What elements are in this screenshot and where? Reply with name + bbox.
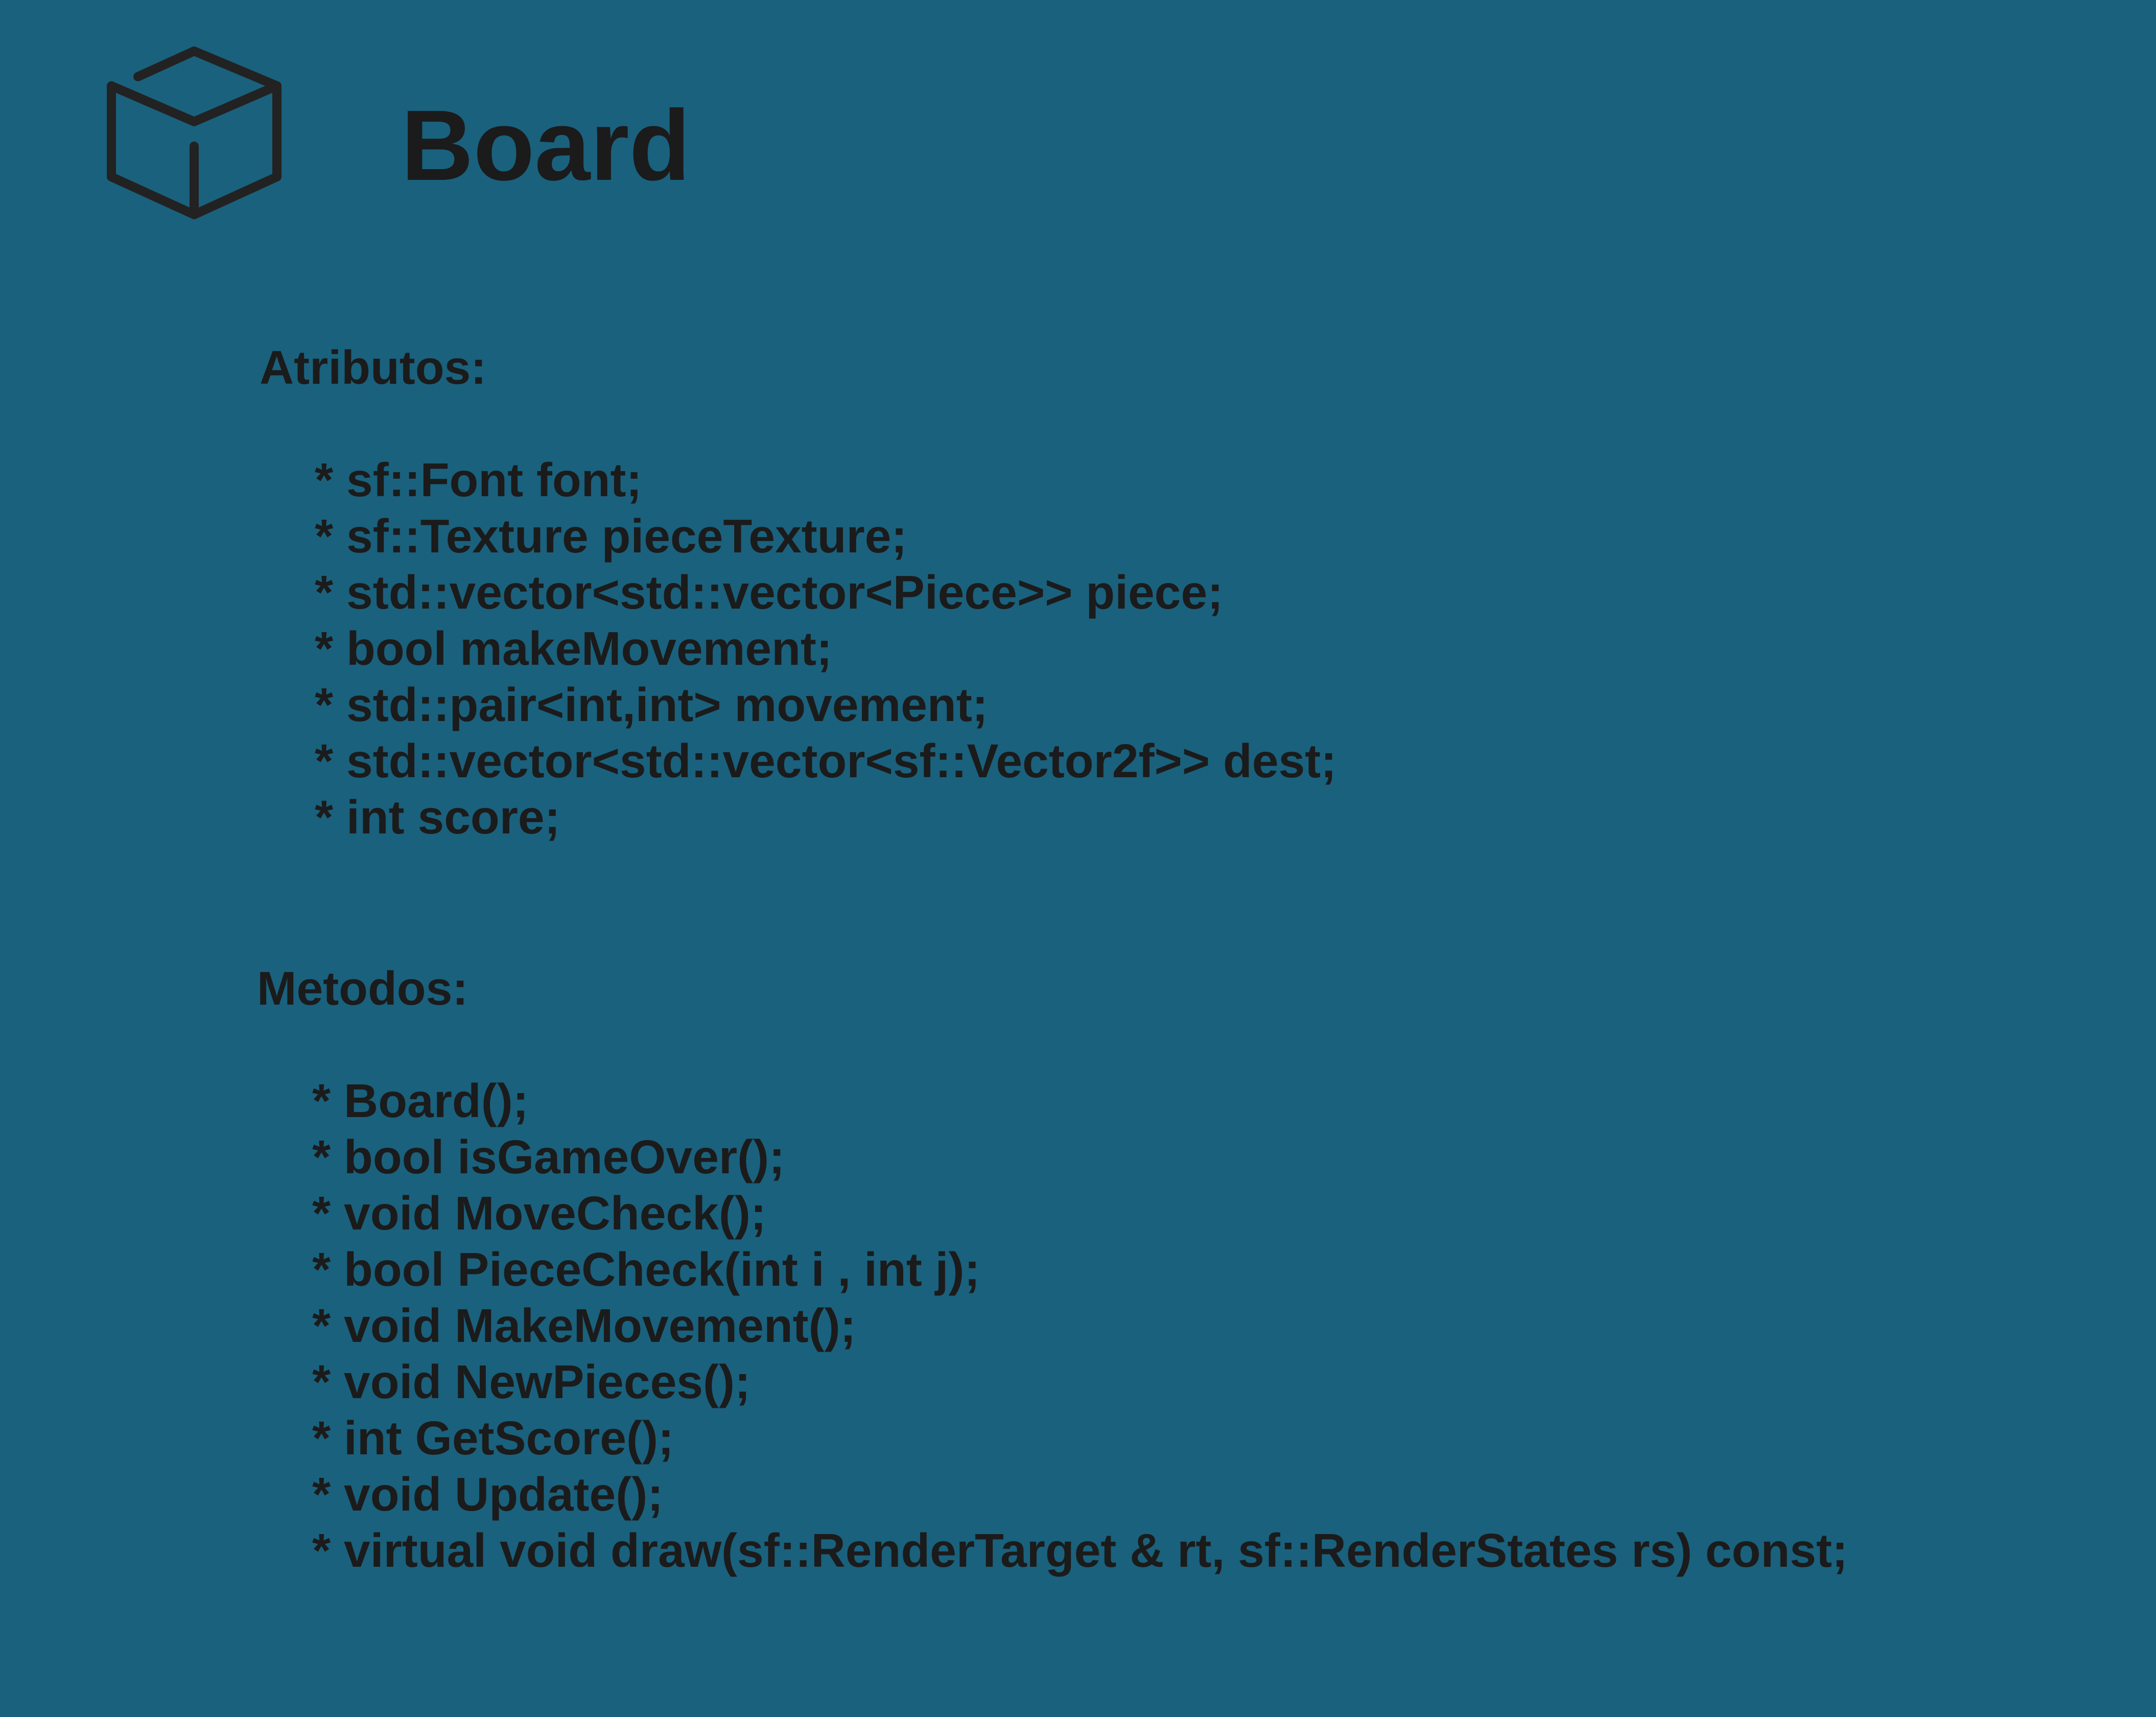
attribute-item: * std::vector<std::vector<sf::Vector2f>>… [315, 734, 1337, 787]
class-diagram-card: Board Atributos: * sf::Font font; * sf::… [0, 0, 2156, 1717]
method-item: * void NewPieces(); [312, 1355, 751, 1408]
attribute-item: * sf::Texture pieceTexture; [315, 509, 907, 563]
attribute-item: * bool makeMovement; [315, 622, 832, 675]
method-item: * int GetScore(); [312, 1411, 674, 1465]
method-item: * void MakeMovement(); [312, 1299, 856, 1352]
method-item: * Board(); [312, 1074, 529, 1127]
attribute-item: * sf::Font font; [315, 453, 642, 506]
cube-icon [105, 46, 282, 221]
method-item: * virtual void draw(sf::RenderTarget & r… [312, 1524, 1848, 1577]
method-item: * void Update(); [312, 1468, 664, 1521]
methods-list: * Board(); * bool isGameOver(); * void M… [257, 1073, 1848, 1579]
attributes-heading: Atributos: [260, 341, 487, 394]
attributes-list: * sf::Font font; * sf::Texture pieceText… [260, 452, 1337, 845]
method-item: * void MoveCheck(); [312, 1187, 766, 1240]
attribute-item: * std::pair<int,int> movement; [315, 678, 988, 731]
method-item: * bool isGameOver(); [312, 1130, 785, 1184]
methods-section: Metodos: * Board(); * bool isGameOver();… [257, 960, 1848, 1579]
attribute-item: * int score; [315, 791, 560, 844]
method-item: * bool PieceCheck(int i , int j); [312, 1243, 980, 1296]
attribute-item: * std::vector<std::vector<Piece>> piece; [315, 566, 1224, 619]
class-title: Board [401, 89, 691, 201]
attributes-section: Atributos: * sf::Font font; * sf::Textur… [260, 339, 1337, 845]
methods-heading: Metodos: [257, 962, 468, 1015]
